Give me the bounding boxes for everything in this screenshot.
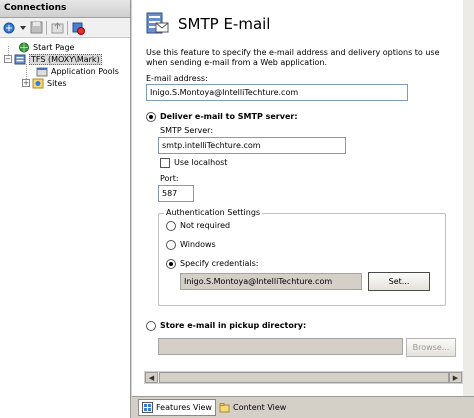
auth-specify-label: Specify credentials: bbox=[180, 259, 259, 268]
content-view-icon bbox=[219, 402, 230, 413]
scroll-right-icon[interactable]: ▶ bbox=[449, 372, 462, 383]
connect-icon[interactable] bbox=[3, 21, 17, 35]
tree-item-label: Start Page bbox=[33, 42, 75, 52]
connections-toolbar bbox=[0, 18, 130, 38]
toolbar-separator bbox=[67, 20, 68, 35]
smtp-server-input[interactable]: smtp.intelliTechture.com bbox=[158, 137, 346, 154]
tree-item-start-page[interactable]: Start Page bbox=[0, 41, 130, 53]
collapse-toggle-icon[interactable]: − bbox=[4, 55, 12, 63]
pickup-directory-radio[interactable] bbox=[146, 321, 156, 331]
server-icon bbox=[14, 54, 26, 65]
tree-item-sites[interactable]: + Sites bbox=[0, 77, 130, 89]
auth-not-required-label: Not required bbox=[180, 221, 231, 230]
auth-not-required-radio[interactable] bbox=[166, 221, 176, 231]
port-label: Port: bbox=[160, 174, 179, 183]
port-input[interactable]: 587 bbox=[158, 185, 194, 202]
smtp-server-label: SMTP Server: bbox=[160, 126, 214, 135]
auth-windows-radio[interactable] bbox=[166, 240, 176, 250]
tree-item-server[interactable]: − TFS (MOXY\Mark) bbox=[0, 53, 130, 65]
tree-item-label: TFS (MOXY\Mark) bbox=[29, 53, 102, 65]
feature-description: Use this feature to specify the e-mail a… bbox=[146, 48, 440, 67]
feature-panel: SMTP E-mail Use this feature to specify … bbox=[132, 0, 474, 396]
pickup-directory-label: Store e-mail in pickup directory: bbox=[160, 321, 307, 330]
view-tabs: Features View Content View bbox=[132, 396, 474, 418]
tab-label: Features View bbox=[156, 403, 212, 412]
features-view-icon bbox=[142, 402, 153, 413]
use-localhost-checkbox[interactable] bbox=[160, 158, 170, 168]
set-credentials-button[interactable]: Set... bbox=[368, 272, 430, 291]
toolbar-separator bbox=[46, 20, 47, 35]
tab-features-view[interactable]: Features View bbox=[138, 399, 216, 416]
connections-panel: Connections Start Page − TFS (MOXY\Mark)… bbox=[0, 0, 131, 418]
scroll-left-icon[interactable]: ◀ bbox=[145, 372, 158, 383]
connections-header: Connections bbox=[0, 0, 130, 18]
auth-specify-radio[interactable] bbox=[166, 259, 176, 269]
deliver-smtp-radio[interactable] bbox=[146, 112, 156, 122]
sites-icon bbox=[32, 78, 44, 89]
tree-item-label: Application Pools bbox=[51, 66, 119, 76]
expand-toggle-icon[interactable]: + bbox=[22, 79, 30, 87]
tree-item-app-pools[interactable]: Application Pools bbox=[0, 65, 130, 77]
dropdown-arrow-icon[interactable] bbox=[20, 21, 26, 35]
email-address-label: E-mail address: bbox=[146, 74, 208, 83]
auth-windows-label: Windows bbox=[180, 240, 216, 249]
feature-header: SMTP E-mail bbox=[144, 8, 270, 40]
tab-content-view[interactable]: Content View bbox=[216, 399, 289, 416]
email-address-input[interactable]: Inigo.S.Montoya@IntelliTechture.com bbox=[146, 84, 408, 101]
horizontal-scrollbar[interactable]: ◀ ▶ bbox=[144, 371, 463, 384]
authentication-settings-title: Authentication Settings bbox=[164, 208, 263, 217]
up-level-icon[interactable] bbox=[50, 21, 64, 35]
use-localhost-label: Use localhost bbox=[174, 158, 228, 167]
browse-button[interactable]: Browse... bbox=[406, 338, 456, 357]
disconnect-icon[interactable] bbox=[71, 21, 85, 35]
vertical-scrollbar[interactable] bbox=[463, 0, 474, 396]
app-pools-icon bbox=[36, 66, 48, 77]
pickup-directory-input[interactable] bbox=[158, 338, 403, 355]
deliver-smtp-label: Deliver e-mail to SMTP server: bbox=[160, 112, 298, 121]
tree-item-label: Sites bbox=[47, 78, 67, 88]
credentials-display: Inigo.S.Montoya@IntelliTechture.com bbox=[180, 273, 362, 290]
start-page-icon bbox=[18, 42, 30, 53]
smtp-email-icon bbox=[144, 10, 170, 38]
scrollbar-thumb[interactable] bbox=[159, 372, 449, 383]
connections-tree: Start Page − TFS (MOXY\Mark) Application… bbox=[0, 38, 130, 89]
page-title: SMTP E-mail bbox=[178, 15, 271, 33]
tab-label: Content View bbox=[233, 403, 287, 412]
save-icon[interactable] bbox=[29, 21, 43, 35]
